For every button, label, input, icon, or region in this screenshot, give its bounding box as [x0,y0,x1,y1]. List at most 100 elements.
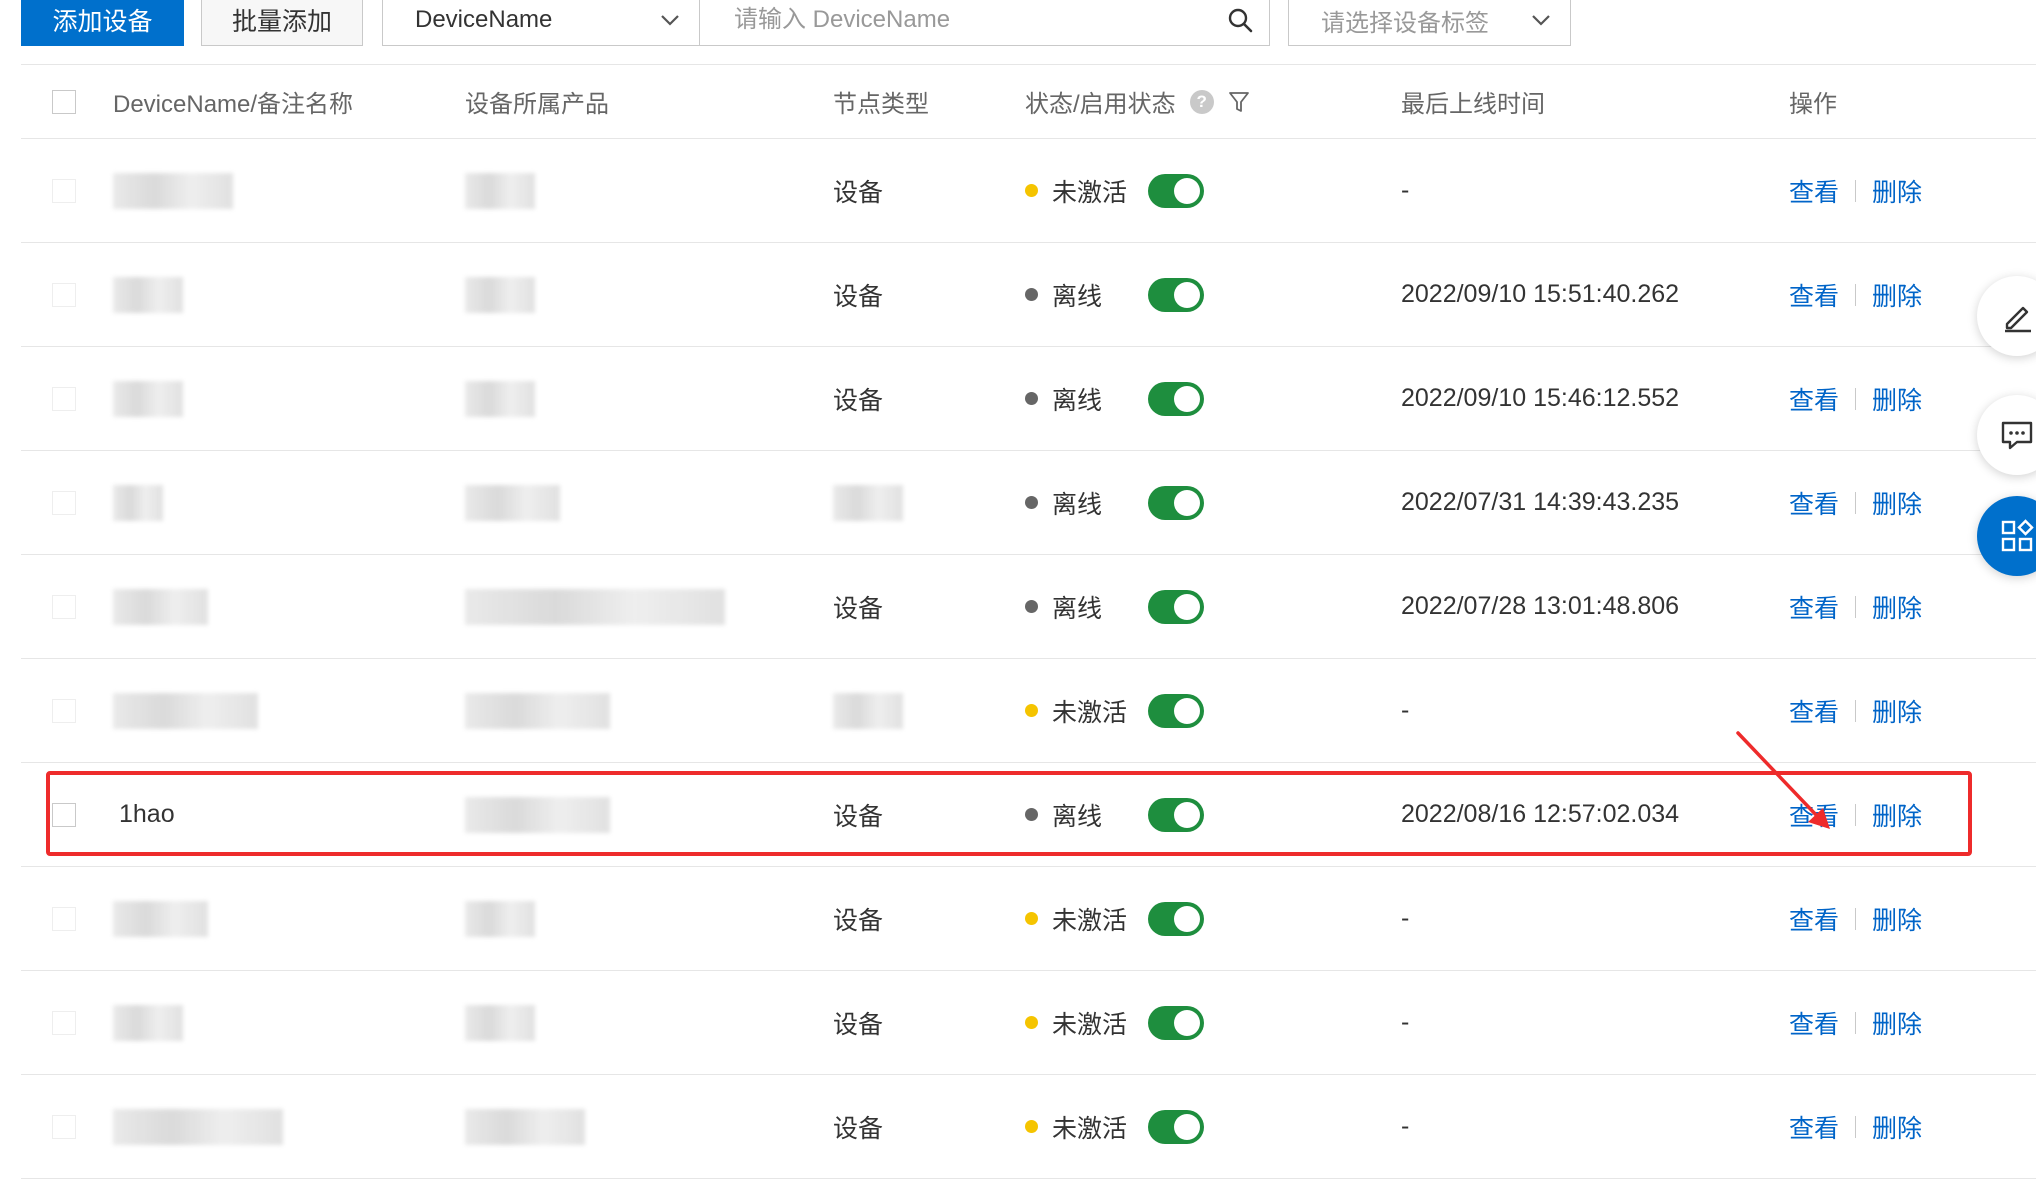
last-online-cell: 2022/09/10 15:51:40.262 [1401,243,1679,346]
device-name-redacted [113,1108,283,1145]
enable-toggle[interactable] [1148,173,1204,208]
enable-toggle[interactable] [1148,797,1204,832]
enable-toggle[interactable] [1148,901,1204,936]
operations-divider [1855,699,1857,722]
device-tag-placeholder: 请选择设备标签 [1321,9,1489,37]
product-cell [465,347,535,450]
row-checkbox[interactable] [52,594,76,619]
view-link[interactable]: 查看 [1789,901,1839,937]
enable-toggle[interactable] [1148,1109,1204,1144]
node-type-redacted [833,692,903,729]
column-header-node-type-label: 节点类型 [833,91,929,118]
view-link[interactable]: 查看 [1789,1005,1839,1041]
product-name-redacted [465,172,535,209]
row-checkbox[interactable] [52,698,76,723]
operations-cell: 查看 删除 [1789,555,1922,658]
node-type-cell: 设备 [833,763,883,866]
row-checkbox-cell [52,451,76,554]
enable-toggle[interactable] [1148,1005,1204,1040]
node-type-cell: 设备 [833,555,883,658]
batch-add-button[interactable]: 批量添加 [201,0,363,46]
product-cell [465,555,725,658]
delete-link[interactable]: 删除 [1872,693,1922,729]
device-name-cell: 1hao [113,763,175,866]
chevron-down-icon [1530,9,1552,31]
column-header-operations-label: 操作 [1789,91,1837,118]
help-icon[interactable]: ? [1189,89,1214,114]
device-tag-select[interactable]: 请选择设备标签 [1288,0,1571,46]
select-all-checkbox[interactable] [52,89,76,114]
status-dot [1025,288,1038,301]
delete-link[interactable]: 删除 [1872,173,1922,209]
device-name-redacted [113,588,208,625]
chevron-down-icon [659,9,681,31]
row-checkbox[interactable] [52,282,76,307]
delete-link[interactable]: 删除 [1872,381,1922,417]
view-link[interactable]: 查看 [1789,1109,1839,1145]
row-checkbox[interactable] [52,386,76,411]
delete-link[interactable]: 删除 [1872,277,1922,313]
last-online-cell: - [1401,971,1409,1074]
add-device-button[interactable]: 添加设备 [21,0,184,46]
enable-toggle[interactable] [1148,693,1204,728]
row-checkbox[interactable] [52,1010,76,1035]
toggle-knob [1174,801,1200,828]
last-online-value: - [1401,904,1410,932]
delete-link[interactable]: 删除 [1872,901,1922,937]
view-link[interactable]: 查看 [1789,589,1839,625]
toggle-knob [1174,281,1200,308]
last-online-value: - [1401,176,1410,204]
row-checkbox[interactable] [52,802,76,827]
search-icon[interactable] [1227,7,1253,33]
status-text: 离线 [1052,282,1103,311]
product-name-redacted [465,380,535,417]
last-online-cell: - [1401,1075,1409,1178]
row-checkbox-cell [52,763,76,866]
device-name-cell [113,659,258,762]
view-link[interactable]: 查看 [1789,485,1839,521]
search-input[interactable] [732,5,1227,35]
column-header-last-online: 最后上线时间 [1401,65,1545,138]
toggle-knob [1174,177,1200,204]
enable-toggle[interactable] [1148,589,1204,624]
product-name-redacted [465,1108,585,1145]
delete-link[interactable]: 删除 [1872,1005,1922,1041]
product-name-redacted [465,796,610,833]
search-type-select[interactable]: DeviceName [382,0,700,46]
operations-cell: 查看 删除 [1789,971,1922,1074]
row-checkbox-cell [52,659,76,762]
status-text: 离线 [1052,802,1103,831]
enable-toggle[interactable] [1148,485,1204,520]
enable-toggle[interactable] [1148,381,1204,416]
status-text: 未激活 [1052,698,1128,727]
view-link[interactable]: 查看 [1789,381,1839,417]
row-checkbox[interactable] [52,490,76,515]
view-link[interactable]: 查看 [1789,173,1839,209]
last-online-cell: 2022/08/16 12:57:02.034 [1401,763,1679,866]
view-link[interactable]: 查看 [1789,797,1839,833]
view-link[interactable]: 查看 [1789,693,1839,729]
delete-link[interactable]: 删除 [1872,485,1922,521]
delete-link[interactable]: 删除 [1872,797,1922,833]
device-name-cell [113,555,208,658]
status-cell: 离线 [1025,451,1204,554]
row-checkbox[interactable] [52,1114,76,1139]
row-checkbox-cell [52,139,76,242]
row-checkbox-cell [52,971,76,1074]
device-name-link[interactable]: 1hao [119,800,175,829]
view-link[interactable]: 查看 [1789,277,1839,313]
delete-link[interactable]: 删除 [1872,589,1922,625]
toggle-knob [1174,1113,1200,1140]
row-checkbox[interactable] [52,906,76,931]
operations-cell: 查看 删除 [1789,763,1922,866]
product-name-redacted [465,1004,535,1041]
row-checkbox[interactable] [52,178,76,203]
table-row: 未激活 - 查看 删除 [21,659,2036,763]
operations-divider [1855,491,1857,514]
status-dot [1025,184,1038,197]
filter-icon[interactable] [1228,90,1250,114]
table-row: 设备 离线 2022/09/10 15:51:40.262 查看 删除 [21,243,2036,347]
delete-link[interactable]: 删除 [1872,1109,1922,1145]
status-dot [1025,496,1038,509]
enable-toggle[interactable] [1148,277,1204,312]
